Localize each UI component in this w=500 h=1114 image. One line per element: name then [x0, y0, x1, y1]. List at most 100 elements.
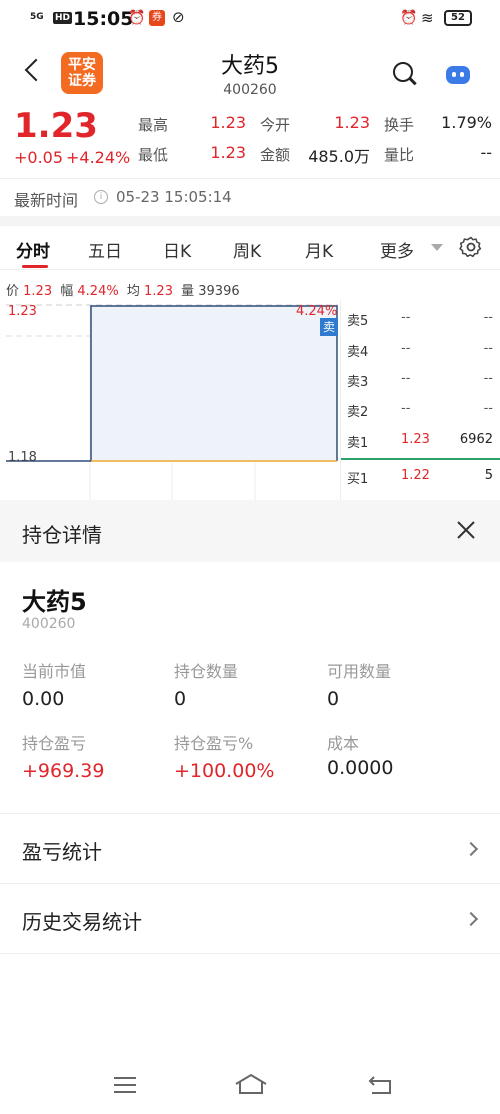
field-value: 0 — [327, 688, 340, 710]
field-label: 持仓盈亏 — [22, 734, 87, 753]
vol-value: 39396 — [198, 284, 240, 299]
info-icon[interactable]: i — [94, 190, 108, 204]
trade-history-row[interactable]: 历史交易统计 — [0, 884, 500, 954]
tab-day-k[interactable]: 日K — [163, 237, 191, 262]
assistant-button[interactable] — [444, 62, 472, 86]
field-value: +969.39 — [22, 760, 105, 782]
latest-time-value: 05-23 15:05:14 — [116, 188, 232, 206]
back-nav-button[interactable] — [368, 1074, 394, 1096]
close-icon — [457, 521, 475, 539]
tab-five-day[interactable]: 五日 — [88, 237, 122, 262]
latest-time-row: 最新时间 i 05-23 15:05:14 — [0, 178, 500, 216]
field-value: 0.0000 — [327, 757, 394, 779]
wifi-icon: ≋ — [421, 9, 434, 27]
y-axis-top: 1.23 — [8, 304, 37, 319]
bid-ask-divider — [341, 458, 500, 460]
order-book: 卖5 -- -- 卖4 -- -- 卖3 -- -- 卖2 -- -- 卖1 1… — [340, 300, 500, 500]
vol-label: 量 — [181, 284, 195, 299]
menu-button[interactable] — [113, 1076, 137, 1094]
settings-button[interactable] — [459, 235, 483, 259]
home-button[interactable] — [233, 1072, 269, 1096]
stat-label: 换手 — [384, 116, 415, 134]
sheet-header: 持仓详情 — [0, 500, 500, 562]
hd-badge: HD — [53, 12, 73, 24]
avg-value: 1.23 — [144, 284, 173, 299]
tab-more[interactable]: 更多 — [380, 237, 414, 262]
search-button[interactable] — [390, 60, 420, 90]
stat-label: 今开 — [260, 116, 291, 134]
price-change-pct: +4.24% — [66, 148, 131, 167]
field-value: +100.00% — [174, 760, 275, 782]
back-arrow-icon — [368, 1076, 391, 1094]
stat-value: 1.23 — [334, 113, 370, 132]
sheet-stock-code: 400260 — [22, 616, 76, 632]
quote-panel: 1.23 +0.05 +4.24% 最高 1.23 今开 1.23 换手 1.7… — [0, 106, 500, 178]
stat-label: 量比 — [384, 146, 415, 164]
app-notification-icon: 券 — [149, 10, 165, 26]
tab-active-indicator — [22, 265, 48, 268]
stock-name: 大药5 — [221, 54, 279, 79]
battery-icon: 52 — [444, 10, 472, 26]
stat-value: 485.0万 — [308, 147, 370, 166]
logo-line1: 平安 — [68, 57, 96, 73]
tab-month-k[interactable]: 月K — [305, 237, 333, 262]
header: 平安 证券 大药5 400260 — [0, 38, 500, 106]
field-value: 0 — [174, 688, 187, 710]
alarm-icon-right: ⏰ — [400, 10, 418, 26]
system-nav-bar — [0, 1060, 500, 1114]
alarm-icon: ⏰ — [128, 10, 146, 26]
stat-value: 1.79% — [441, 113, 492, 132]
period-tabs: 分时 五日 日K 周K 月K 更多 — [0, 226, 500, 270]
field-label: 当前市值 — [22, 662, 87, 681]
trade-history-label: 历史交易统计 — [22, 910, 142, 934]
chevron-right-icon — [463, 841, 479, 857]
price-value: 1.23 — [23, 284, 53, 299]
app-logo[interactable]: 平安 证券 — [61, 52, 103, 94]
stock-title: 大药5 400260 — [150, 48, 350, 98]
chart-svg — [6, 304, 338, 500]
tab-intraday[interactable]: 分时 — [16, 237, 50, 262]
dropdown-icon — [431, 244, 443, 251]
stat-value: 1.23 — [210, 113, 246, 132]
price-change: +0.05 — [14, 148, 64, 167]
home-icon — [235, 1073, 267, 1094]
stat-label: 最低 — [138, 146, 169, 164]
logo-line2: 证券 — [68, 73, 96, 89]
avg-label: 均 — [126, 284, 140, 299]
field-label: 可用数量 — [327, 662, 392, 681]
network-indicator: 5G — [30, 12, 44, 22]
divider — [0, 216, 500, 226]
pct-axis-top: 4.24% — [296, 304, 338, 319]
field-label: 持仓数量 — [174, 662, 239, 681]
chevron-right-icon — [463, 911, 479, 927]
stat-value: -- — [480, 143, 492, 162]
stat-value: 1.23 — [210, 143, 246, 162]
latest-time-label: 最新时间 — [14, 191, 79, 210]
status-bar: 5G HD 15:05 ⏰ 券 ⊘ ⏰ ≋ 52 — [0, 0, 500, 38]
clock: 15:05 — [73, 8, 134, 30]
chevron-left-icon — [24, 58, 48, 82]
pnl-stats-label: 盈亏统计 — [22, 840, 102, 864]
sheet-stock-name: 大药5 — [22, 588, 87, 616]
sheet-title: 持仓详情 — [22, 523, 102, 547]
link-icon: ⊘ — [172, 8, 185, 26]
amp-value: 4.24% — [77, 284, 119, 299]
field-value: 0.00 — [22, 688, 65, 710]
stat-label: 最高 — [138, 116, 169, 134]
stock-code: 400260 — [223, 82, 277, 98]
close-button[interactable] — [454, 518, 478, 542]
pnl-stats-row[interactable]: 盈亏统计 — [0, 814, 500, 884]
price-label: 价 — [6, 284, 20, 299]
gear-icon — [459, 236, 482, 258]
y-axis-bottom: 1.18 — [8, 450, 37, 465]
intraday-chart[interactable]: 1.23 1.18 4.24% 卖 — [0, 300, 340, 500]
tab-week-k[interactable]: 周K — [233, 237, 261, 262]
field-label: 持仓盈亏% — [174, 734, 254, 753]
robot-icon — [446, 66, 470, 84]
field-label: 成本 — [327, 734, 360, 753]
current-price: 1.23 — [14, 106, 98, 146]
menu-icon — [114, 1077, 136, 1093]
back-button[interactable] — [20, 56, 48, 86]
position-detail-sheet: 持仓详情 大药5 400260 当前市值 0.00 持仓数量 0 可用数量 0 … — [0, 500, 500, 1114]
amp-label: 幅 — [60, 284, 74, 299]
